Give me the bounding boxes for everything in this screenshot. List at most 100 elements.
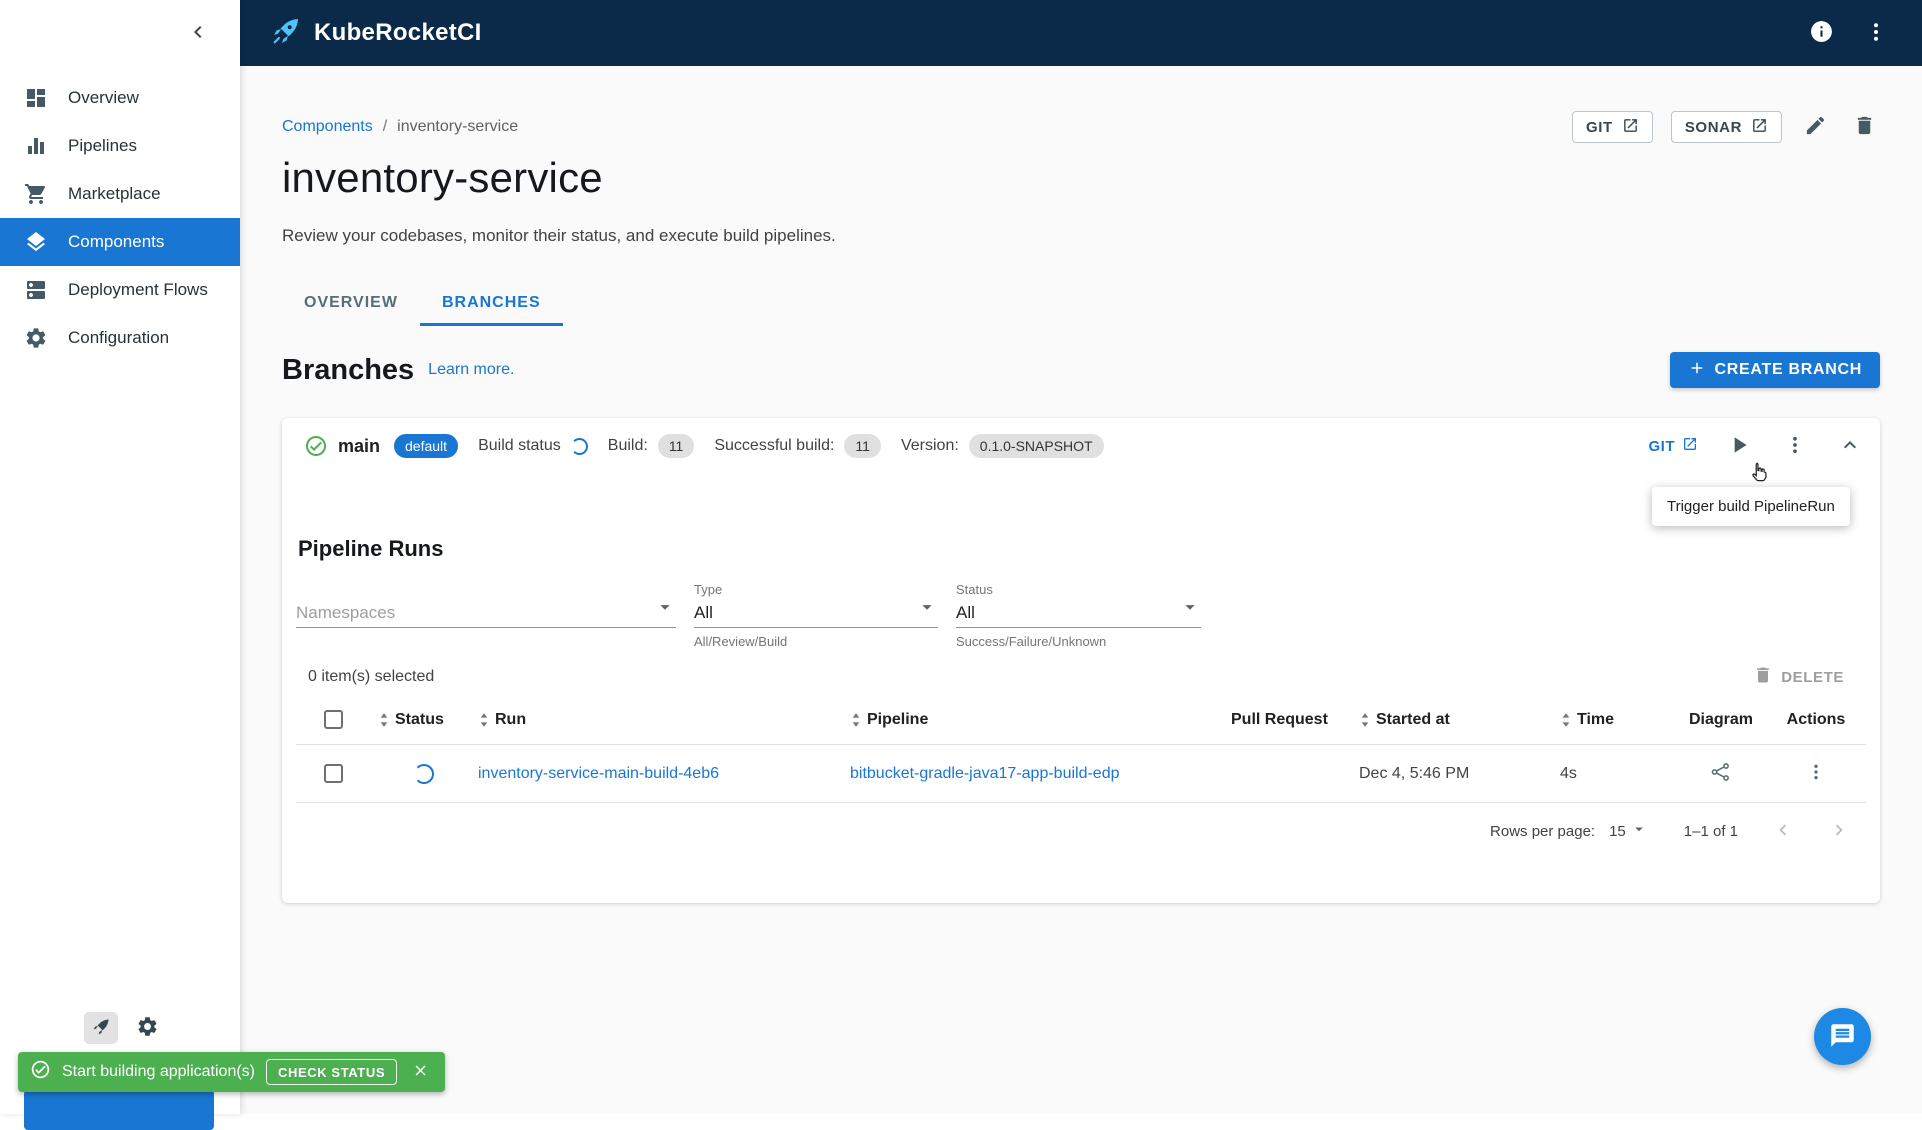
branch-name: main <box>338 435 381 456</box>
sidebar-item-label: Marketplace <box>68 184 161 203</box>
edit-component-button[interactable] <box>1800 110 1831 144</box>
git-button[interactable]: GIT <box>1572 111 1653 143</box>
sidebar-item-components[interactable]: Components <box>0 218 240 266</box>
diagram-button[interactable] <box>1706 757 1736 790</box>
pipeline-run-link[interactable]: inventory-service-main-build-4eb6 <box>478 765 719 783</box>
sonar-button[interactable]: SONAR <box>1670 111 1782 143</box>
dropdown-caret-icon <box>1179 596 1201 623</box>
info-button[interactable] <box>1805 15 1838 51</box>
components-icon <box>24 230 48 254</box>
play-icon <box>1726 432 1752 461</box>
learn-more-link[interactable]: Learn more. <box>428 361 514 379</box>
type-filter-value: All <box>694 603 713 622</box>
sidebar-item-overview[interactable]: Overview <box>0 74 240 122</box>
kebab-menu-icon <box>1806 762 1826 785</box>
column-started-at[interactable]: Started at <box>1351 711 1546 729</box>
topbar: KubeRocketCI <box>240 0 1922 66</box>
next-page-button[interactable] <box>1824 815 1854 848</box>
type-select[interactable]: All <box>694 598 938 628</box>
sort-icon <box>478 712 490 728</box>
run-status-spinner <box>414 763 434 784</box>
overview-icon <box>24 86 48 110</box>
external-link-icon <box>1751 117 1768 138</box>
sidebar-nav: Overview Pipelines Marketplace Component… <box>0 66 240 362</box>
sidebar-item-marketplace[interactable]: Marketplace <box>0 170 240 218</box>
trigger-build-tooltip: Trigger build PipelineRun <box>1652 487 1850 526</box>
branch-row: main default Build status Build: 11 Succ… <box>282 418 1880 474</box>
breadcrumb-components-link[interactable]: Components <box>282 118 373 136</box>
chevron-right-icon <box>1828 819 1850 844</box>
headlamp-settings-button[interactable] <box>132 1011 163 1045</box>
dropdown-caret-icon <box>654 596 676 623</box>
rocket-theme-toggle[interactable] <box>84 1012 118 1044</box>
select-all-checkbox[interactable] <box>324 710 343 729</box>
snackbar-close-button[interactable] <box>408 1058 433 1086</box>
diagram-icon <box>1710 761 1732 786</box>
external-link-icon <box>1622 117 1639 138</box>
kebab-menu-icon <box>1864 20 1888 47</box>
sidebar-item-label: Components <box>68 232 165 251</box>
page-title: inventory-service <box>282 154 603 201</box>
dropdown-caret-icon <box>916 596 938 623</box>
namespaces-filter: Namespaces <box>296 582 676 649</box>
snackbar-message: Start building application(s) <box>62 1063 255 1080</box>
tab-branches[interactable]: BRANCHES <box>419 282 563 326</box>
tabs: OVERVIEW BRANCHES <box>282 282 1880 326</box>
dropdown-caret-icon <box>1630 820 1648 842</box>
rocket-logo-icon <box>270 15 302 52</box>
status-select[interactable]: All <box>956 598 1201 628</box>
chevron-left-icon <box>186 20 210 47</box>
build-label: Build: <box>607 437 648 454</box>
trash-icon <box>1853 114 1876 140</box>
pipeline-runs-section: Pipeline Runs Namespaces Type All All/Re… <box>282 536 1880 859</box>
status-filter-value: All <box>956 603 975 622</box>
rows-per-page-select[interactable]: 15 <box>1609 820 1648 842</box>
sidebar-item-label: Deployment Flows <box>68 280 208 299</box>
sidebar-item-configuration[interactable]: Configuration <box>0 314 240 362</box>
row-checkbox[interactable] <box>324 764 343 783</box>
table-row: inventory-service-main-build-4eb6 bitbuc… <box>296 745 1866 803</box>
table-header: Status Run Pipeline Pull Request Started… <box>296 695 1866 745</box>
type-filter: Type All All/Review/Build <box>694 582 938 649</box>
cutoff-bottom-button[interactable] <box>24 1090 214 1130</box>
sidebar-collapse-button[interactable] <box>182 16 214 51</box>
gear-icon <box>136 1015 159 1041</box>
branch-menu-button[interactable] <box>1780 430 1810 463</box>
column-time[interactable]: Time <box>1546 711 1676 729</box>
delete-component-button[interactable] <box>1849 110 1880 144</box>
sidebar-item-deployment-flows[interactable]: Deployment Flows <box>0 266 240 314</box>
successful-build-label: Successful build: <box>714 437 835 454</box>
gear-icon <box>24 326 48 350</box>
branch-git-link-label: GIT <box>1648 437 1675 455</box>
app-window: KubeRocketCI Overview Pipelines Marketpl… <box>0 0 1922 1130</box>
trash-icon <box>1753 665 1773 689</box>
type-filter-label: Type <box>694 582 723 597</box>
pencil-icon <box>1804 114 1827 140</box>
column-run[interactable]: Run <box>466 711 846 729</box>
delete-selected-button[interactable]: DELETE <box>1753 665 1844 689</box>
pagination-range: 1–1 of 1 <box>1683 822 1738 840</box>
row-actions-button[interactable] <box>1802 758 1830 789</box>
chat-fab-button[interactable] <box>1814 1008 1871 1065</box>
default-branch-chip: default <box>394 434 459 458</box>
previous-page-button[interactable] <box>1768 815 1798 848</box>
kebab-menu-icon <box>1784 434 1806 459</box>
collapse-branch-button[interactable] <box>1834 429 1866 464</box>
pipeline-runs-filters: Namespaces Type All All/Review/Build Sta… <box>296 582 1866 649</box>
create-branch-button[interactable]: CREATE BRANCH <box>1669 352 1880 388</box>
chat-icon <box>1829 1022 1856 1052</box>
breadcrumb: Components / inventory-service <box>282 118 518 136</box>
column-status[interactable]: Status <box>366 711 466 729</box>
pipeline-link[interactable]: bitbucket-gradle-java17-app-build-edp <box>850 765 1120 783</box>
chevron-up-icon <box>1838 433 1862 460</box>
sidebar-item-pipelines[interactable]: Pipelines <box>0 122 240 170</box>
column-pipeline[interactable]: Pipeline <box>846 711 1221 729</box>
namespaces-select[interactable]: Namespaces <box>296 598 676 628</box>
check-status-button[interactable]: CHECK STATUS <box>266 1059 398 1085</box>
tab-overview[interactable]: OVERVIEW <box>282 282 420 326</box>
plus-icon <box>1688 359 1706 382</box>
topbar-menu-button[interactable] <box>1860 16 1892 51</box>
breadcrumb-current: inventory-service <box>397 118 519 135</box>
trigger-build-button[interactable] <box>1722 428 1756 465</box>
branch-git-link[interactable]: GIT <box>1649 436 1699 456</box>
